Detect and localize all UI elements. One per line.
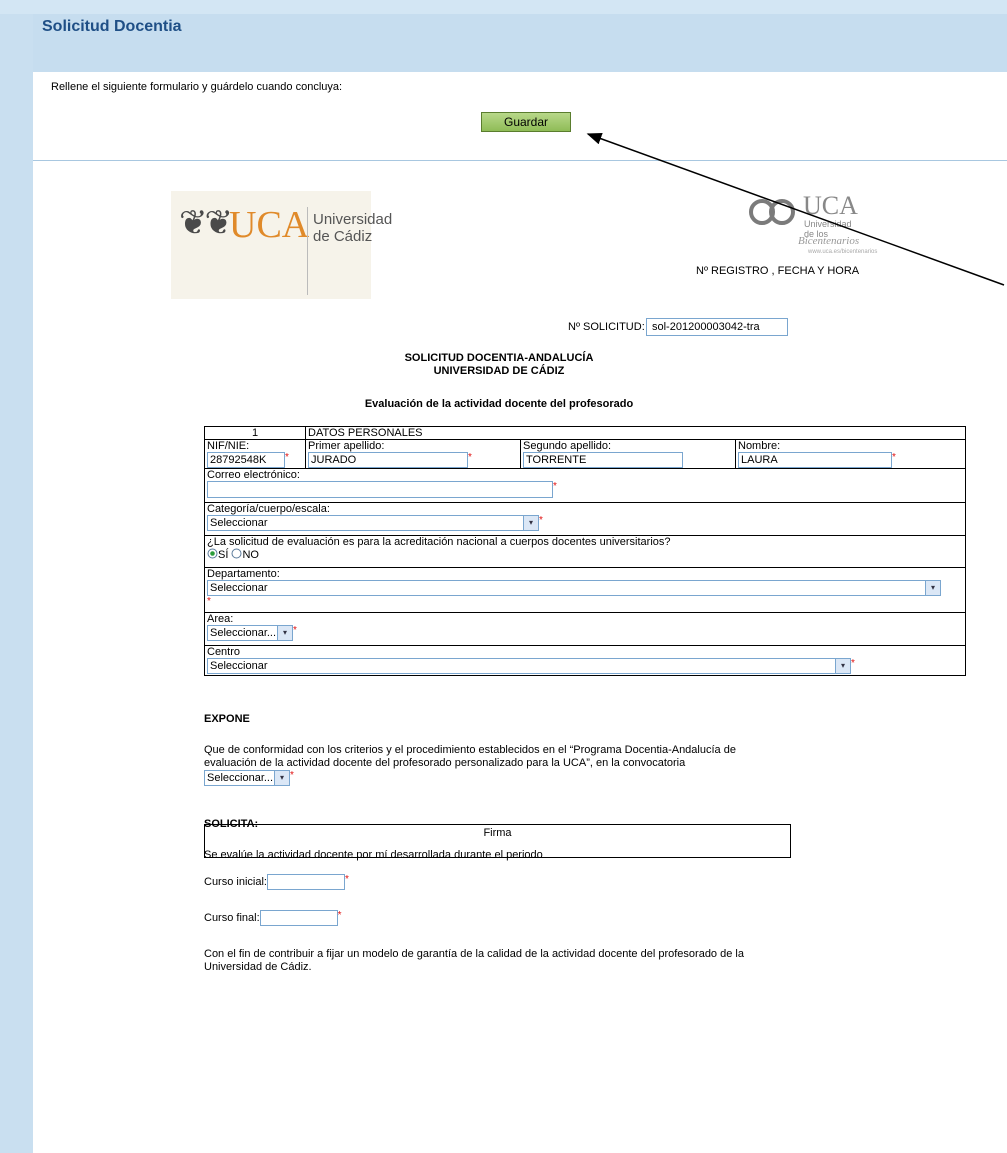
chevron-down-icon: ▾	[835, 659, 850, 673]
nombre-label: Nombre:	[738, 440, 781, 452]
convocatoria-select[interactable]: Seleccionar... ▾	[204, 770, 290, 786]
apellido1-cell: Primer apellido: JURADO *	[305, 439, 521, 469]
section-number: 1	[204, 426, 306, 440]
radio-si[interactable]: SÍ	[207, 548, 228, 561]
center-label: Centro	[207, 646, 241, 658]
radio-unchecked-icon	[231, 548, 242, 559]
page-title: Solicitud Docentia	[42, 18, 182, 35]
instructions-text: Rellene el siguiente formulario y guárde…	[51, 81, 343, 93]
area-select[interactable]: Seleccionar... ▾	[207, 625, 293, 641]
top-strip	[0, 0, 1007, 14]
chevron-down-icon: ▾	[274, 771, 289, 785]
university-name: Universidad de Cádiz	[313, 211, 393, 245]
nif-cell: NIF/NIE: 28792548K *	[204, 439, 306, 469]
signature-box[interactable]: Firma	[204, 824, 791, 858]
request-number-label: Nº SOLICITUD:	[568, 321, 645, 333]
personal-data-table: 1 DATOS PERSONALES NIF/NIE: 28792548K * P…	[204, 426, 966, 676]
convocatoria-wrap: Seleccionar... ▾ *	[204, 770, 294, 786]
category-select[interactable]: Seleccionar ▾	[207, 515, 539, 531]
apellido1-field[interactable]: JURADO	[308, 452, 468, 468]
curso-final-field[interactable]	[259, 910, 338, 926]
bicentenary-url: www.uca.es/bicentenarios	[808, 249, 878, 255]
curso-inicial-field[interactable]	[266, 874, 345, 890]
email-field[interactable]	[207, 481, 553, 498]
apellido1-label: Primer apellido:	[308, 440, 385, 452]
page-header: Solicitud Docentia	[33, 14, 1007, 72]
expone-text-1: Que de conformidad con los criterios y e…	[204, 744, 736, 756]
chevron-down-icon: ▾	[277, 626, 292, 640]
rings-icon	[749, 199, 795, 225]
application-form: ❦❦ UCA Universidad de Cádiz UCA Universid…	[33, 161, 1007, 1153]
evaluation-title: Evaluación de la actividad docente del p…	[364, 398, 634, 410]
department-cell: Departamento: Seleccionar ▾ *	[204, 567, 966, 613]
area-cell: Area: Seleccionar... ▾ *	[204, 612, 966, 646]
instructions-panel: Rellene el siguiente formulario y guárde…	[33, 72, 1007, 161]
category-cell: Categoría/cuerpo/escala: Seleccionar ▾ *	[204, 502, 966, 536]
expone-heading: EXPONE	[204, 713, 250, 725]
logo-divider	[307, 207, 308, 295]
apellido2-label: Segundo apellido:	[523, 440, 612, 452]
closing-text-2: Universidad de Cádiz.	[204, 961, 312, 973]
uca-wordmark-small: UCA	[803, 191, 858, 220]
curso-final-label: Curso final:	[204, 911, 260, 924]
nombre-cell: Nombre: LAURA *	[735, 439, 966, 469]
category-label: Categoría/cuerpo/escala:	[207, 503, 330, 515]
section-heading: DATOS PERSONALES	[305, 426, 966, 440]
request-number-field[interactable]	[646, 318, 788, 336]
curso-inicial-label: Curso inicial:	[204, 875, 267, 888]
university-title: UNIVERSIDAD DE CÁDIZ	[433, 365, 565, 377]
apellido2-field[interactable]: TORRENTE	[523, 452, 683, 468]
chevron-down-icon: ▾	[925, 581, 940, 595]
chevron-down-icon: ▾	[523, 516, 538, 530]
nif-field[interactable]: 28792548K	[207, 452, 285, 468]
radio-checked-icon	[207, 548, 218, 559]
bicentenary-logo: UCA Universidad de los Bicentenarios www.…	[748, 191, 877, 261]
area-label: Area:	[207, 613, 234, 625]
center-cell: Centro Seleccionar ▾ *	[204, 645, 966, 676]
signature-label: Firma	[483, 827, 512, 839]
curso-final-row: Curso final: *	[204, 910, 342, 926]
nombre-field[interactable]: LAURA	[738, 452, 892, 468]
registry-label: Nº REGISTRO , FECHA Y HORA	[696, 265, 860, 277]
uca-wordmark: UCA	[229, 204, 310, 246]
bicentenary-label: Bicentenarios	[798, 235, 860, 247]
email-cell: Correo electrónico: *	[204, 468, 966, 503]
nif-label: NIF/NIE:	[207, 440, 250, 452]
email-label: Correo electrónico:	[207, 469, 300, 481]
form-title: SOLICITUD DOCENTIA-ANDALUCÍA	[404, 352, 594, 364]
uca-logo-left: ❦❦ UCA Universidad de Cádiz	[171, 191, 392, 299]
save-button[interactable]: Guardar	[481, 112, 571, 132]
curso-inicial-row: Curso inicial: *	[204, 874, 349, 890]
expone-text-2: evaluación de la actividad docente del p…	[204, 757, 686, 769]
center-select[interactable]: Seleccionar ▾	[207, 658, 851, 674]
closing-text-1: Con el fin de contribuir a fijar un mode…	[204, 948, 744, 960]
accreditation-cell: ¿La solicitud de evaluación es para la a…	[204, 535, 966, 568]
department-select[interactable]: Seleccionar ▾	[207, 580, 941, 596]
department-label: Departamento:	[207, 568, 280, 580]
accreditation-label: ¿La solicitud de evaluación es para la a…	[207, 536, 671, 548]
radio-no[interactable]: NO	[231, 548, 259, 561]
apellido2-cell: Segundo apellido: TORRENTE	[520, 439, 736, 469]
laurel-icon: ❦❦	[179, 204, 233, 242]
